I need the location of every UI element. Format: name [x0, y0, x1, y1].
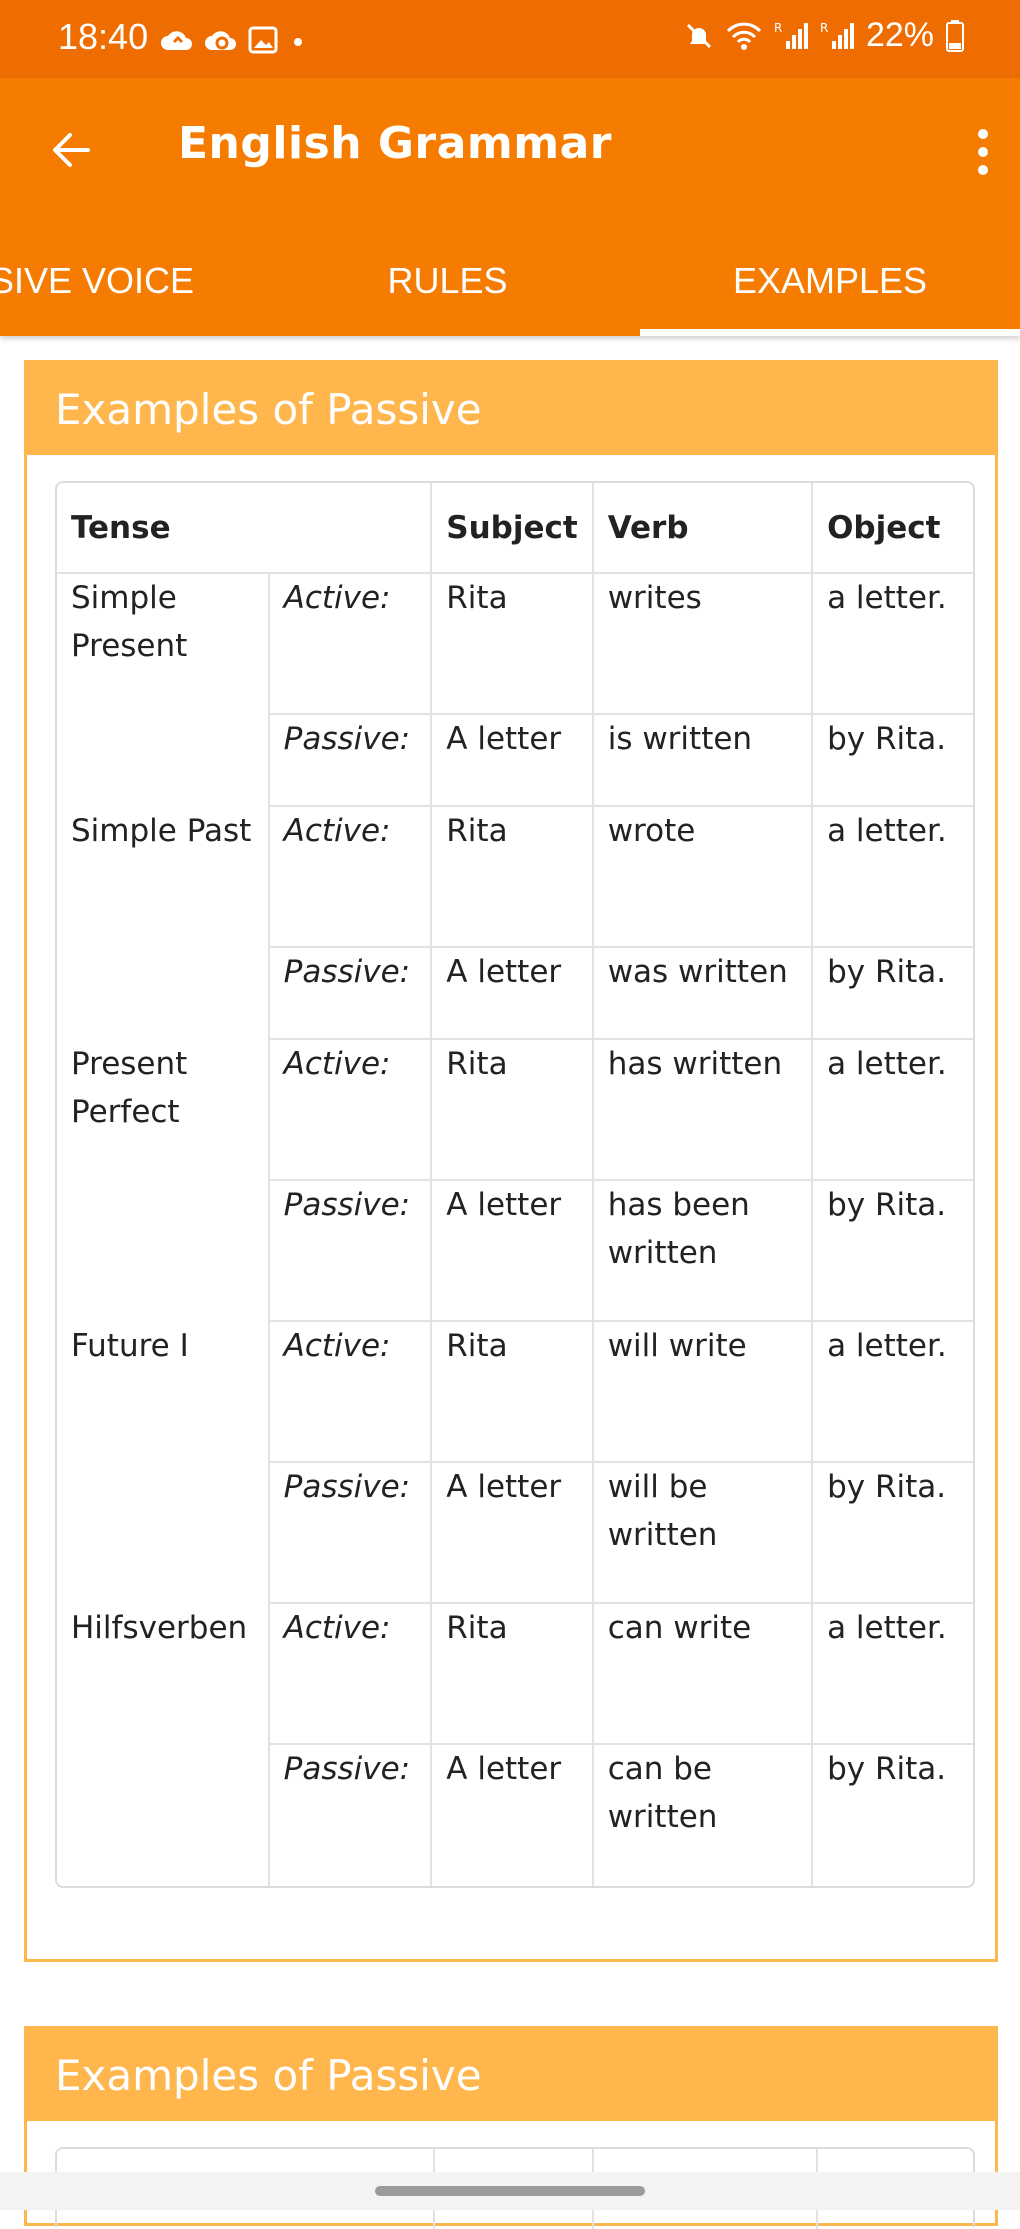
cloud-sync-icon [205, 31, 236, 50]
table-row: Present Perfect Active: Rita has written… [57, 1040, 973, 1322]
subject-cell: Rita [432, 1604, 594, 1745]
header-object: Object [813, 483, 973, 574]
subject-cell: Rita [432, 1040, 594, 1181]
signal-icon: R [820, 21, 854, 49]
voice-cell: Active: [269, 807, 433, 948]
home-gesture-pill[interactable] [375, 2186, 645, 2196]
mute-icon [686, 23, 711, 48]
tense-cell: Simple Past [57, 807, 270, 1040]
tab-indicator [640, 329, 1020, 336]
subject-cell: Rita [432, 574, 594, 715]
tab-bar: SIVE VOICE RULES EXAMPLES [0, 226, 1020, 336]
status-bar: 18:40 R R 22% [0, 0, 1020, 78]
verb-cell: was written [593, 948, 814, 1040]
cloud-icon [161, 31, 192, 50]
status-time: 18:40 [58, 16, 149, 57]
tab-examples[interactable]: EXAMPLES [640, 226, 1020, 336]
verb-cell: writes [593, 574, 814, 715]
battery-icon [946, 19, 964, 52]
tab-passive-voice[interactable]: SIVE VOICE [0, 226, 200, 336]
voice-cell: Active: [269, 1604, 433, 1745]
battery-percent: 22% [865, 16, 934, 54]
svg-text:R: R [820, 21, 828, 35]
subject-cell: A letter [432, 1745, 594, 1886]
voice-cell: Passive: [269, 948, 433, 1040]
voice-cell: Passive: [269, 715, 433, 807]
wifi-icon [726, 22, 762, 50]
system-nav-bar [0, 2172, 1020, 2210]
object-cell: a letter. [813, 1040, 973, 1181]
app-title: English Grammar [178, 118, 612, 169]
tab-rules[interactable]: RULES [380, 226, 515, 336]
verb-cell: will write [593, 1322, 814, 1463]
voice-cell: Passive: [270, 1745, 433, 1886]
voice-cell: Active: [269, 1322, 433, 1463]
subject-cell: A letter [432, 948, 594, 1040]
table-row: Simple Present Active: Rita writes a let… [57, 574, 973, 807]
object-cell: a letter. [813, 1604, 973, 1745]
tense-cell: Future I [57, 1322, 270, 1604]
system-icons: R R 22% [684, 16, 964, 55]
verb-cell: is written [593, 715, 814, 807]
voice-cell: Active: [269, 574, 433, 715]
table-row: Simple Past Active: Rita wrote a letter. [57, 807, 973, 1040]
app-bar: English Grammar SIVE VOICE RULES EXAMPLE… [0, 78, 1020, 336]
subject-cell: A letter [432, 1463, 594, 1604]
object-cell: by Rita. [813, 1181, 973, 1322]
header-verb: Verb [593, 483, 814, 574]
subject-cell: Rita [432, 1322, 594, 1463]
examples-table: Tense Subject Verb Object Simple Present… [55, 481, 975, 1888]
object-cell: by Rita. [813, 1463, 973, 1604]
verb-cell: has been written [593, 1181, 814, 1322]
object-cell: by Rita. [813, 715, 973, 807]
voice-cell: Passive: [269, 1181, 433, 1322]
voice-cell: Active: [269, 1040, 433, 1181]
notification-icons [160, 20, 308, 60]
verb-cell: wrote [593, 807, 814, 948]
card-header: Examples of Passive [27, 363, 995, 455]
voice-cell: Passive: [269, 1463, 433, 1604]
subject-cell: A letter [432, 1181, 594, 1322]
dot-icon [294, 38, 302, 46]
header-subject: Subject [432, 483, 594, 574]
object-cell: a letter. [813, 574, 973, 715]
object-cell: by Rita. [813, 948, 973, 1040]
arrow-back-icon[interactable] [44, 122, 100, 178]
examples-card: Examples of Passive Tense Subject Verb O… [24, 360, 998, 1962]
object-cell: by Rita. [827, 1751, 947, 1787]
verb-cell: will be written [593, 1463, 814, 1604]
table-header-row: Tense Subject Verb Object [57, 483, 973, 574]
tense-cell: Present Perfect [57, 1040, 270, 1322]
object-cell: a letter. [813, 1322, 973, 1463]
card-title: Examples of Passive [55, 2050, 482, 2100]
verb-cell: can write [593, 1604, 814, 1745]
subject-cell: Rita [432, 807, 594, 948]
header-tense: Tense [57, 483, 433, 574]
signal-icon: R [774, 21, 808, 49]
tense-cell: Hilfsverben [57, 1604, 270, 1886]
gallery-icon [248, 26, 278, 54]
card-title: Examples of Passive [55, 384, 482, 434]
card-header: Examples of Passive [27, 2029, 995, 2121]
more-vert-icon[interactable] [968, 122, 998, 182]
subject-cell: A letter [432, 715, 594, 807]
table-row: Hilfsverben Active: Rita can write a let… [57, 1604, 973, 1886]
tense-cell: Simple Present [57, 574, 270, 807]
svg-text:R: R [774, 21, 782, 35]
table-row: Future I Active: Rita will write a lette… [57, 1322, 973, 1604]
object-cell: a letter. [813, 807, 973, 948]
verb-cell: has written [593, 1040, 814, 1181]
verb-cell: can be written [594, 1745, 814, 1886]
